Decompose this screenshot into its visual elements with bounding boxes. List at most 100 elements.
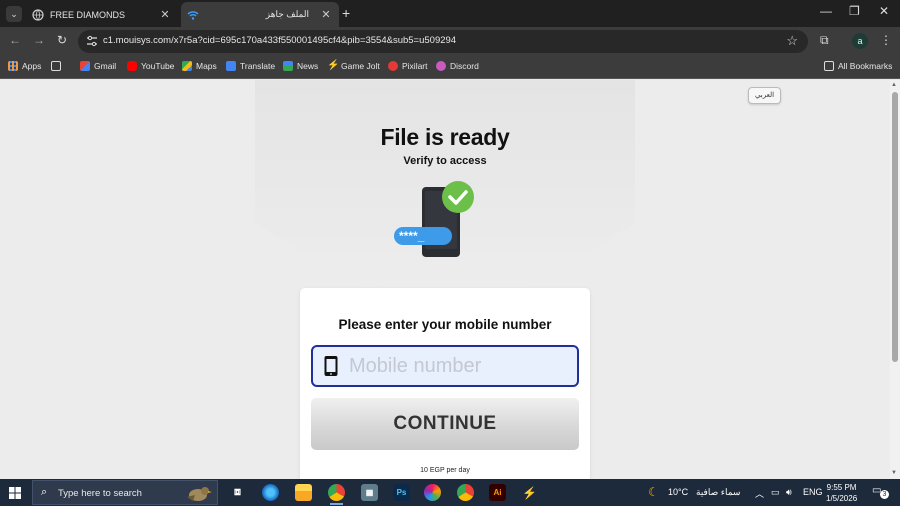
minimize-icon[interactable]: — bbox=[820, 4, 832, 18]
tab-title: الملف جاهز bbox=[265, 9, 309, 19]
scroll-up-icon[interactable]: ▲ bbox=[891, 82, 897, 88]
extensions-icon[interactable]: ⧉ bbox=[820, 33, 829, 48]
chrome-profile-icon[interactable] bbox=[457, 484, 474, 501]
tab-free-diamonds[interactable]: FREE DIAMONDS ✕ bbox=[26, 2, 178, 27]
gamejolt-app-icon[interactable]: ⚡ bbox=[521, 484, 538, 501]
bookmark-label: Discord bbox=[450, 61, 479, 71]
verification-form-card: Please enter your mobile number CONTINUE… bbox=[300, 288, 590, 479]
bookmark-pixilart[interactable]: Pixilart bbox=[388, 61, 428, 71]
notification-center-icon[interactable]: ▭ 3 bbox=[872, 485, 889, 500]
folder-icon bbox=[824, 61, 834, 71]
bookmark-label: Maps bbox=[196, 61, 217, 71]
all-bookmarks-label: All Bookmarks bbox=[838, 61, 893, 71]
taskbar-clock[interactable]: 9:55 PM 1/5/2026 bbox=[826, 482, 857, 504]
news-icon bbox=[283, 61, 293, 71]
mobile-number-field[interactable] bbox=[311, 345, 579, 387]
check-circle-icon bbox=[442, 181, 474, 213]
weather-temperature[interactable]: 10°C bbox=[668, 487, 688, 497]
notification-count-badge: 3 bbox=[880, 490, 889, 499]
page-subtitle: Verify to access bbox=[403, 155, 487, 167]
globe-icon bbox=[32, 8, 44, 21]
all-bookmarks[interactable]: All Bookmarks bbox=[824, 61, 892, 71]
tab-groups-icon[interactable] bbox=[51, 61, 65, 71]
bookmark-label: Apps bbox=[22, 61, 42, 71]
menu-kebab-icon[interactable]: ⋮ bbox=[880, 33, 892, 47]
maps-icon bbox=[182, 61, 192, 71]
gmail-icon bbox=[80, 61, 90, 71]
bookmark-label: Pixilart bbox=[402, 61, 428, 71]
bookmark-maps[interactable]: Maps bbox=[182, 61, 217, 71]
file-explorer-icon[interactable] bbox=[295, 484, 312, 501]
scroll-down-icon[interactable]: ▼ bbox=[891, 470, 897, 476]
discord-icon bbox=[436, 61, 446, 71]
bookmark-star-icon[interactable]: ☆ bbox=[786, 33, 798, 49]
profile-avatar[interactable]: a bbox=[852, 33, 868, 49]
bookmark-discord[interactable]: Discord bbox=[436, 61, 479, 71]
bird-illustration-icon bbox=[187, 487, 212, 501]
chrome-icon[interactable] bbox=[328, 484, 345, 505]
bookmark-translate[interactable]: Translate bbox=[226, 61, 275, 71]
mobile-number-input[interactable] bbox=[349, 353, 569, 379]
pixilart-icon bbox=[388, 61, 398, 71]
clock-time: 9:55 PM bbox=[826, 483, 857, 492]
page-title: File is ready bbox=[380, 124, 510, 150]
bookmark-youtube[interactable]: YouTube bbox=[127, 61, 174, 71]
site-settings-icon[interactable] bbox=[86, 35, 98, 47]
bookmark-game-jolt[interactable]: ⚡ Game Jolt bbox=[327, 60, 380, 72]
moon-weather-icon: ☾ bbox=[648, 485, 659, 499]
tab-search-dropdown[interactable]: ⌄ bbox=[6, 6, 22, 22]
new-tab-icon[interactable]: + bbox=[342, 5, 350, 21]
url-text: c1.mouisys.com/x7r5a?cid=695c170a433f550… bbox=[103, 35, 457, 46]
tray-chevron-icon[interactable]: ︿ bbox=[755, 487, 764, 500]
bookmark-label: Translate bbox=[240, 61, 276, 71]
bookmarks-bar: Apps Gmail YouTube Maps Translate News ⚡… bbox=[0, 56, 900, 79]
input-language[interactable]: ENG bbox=[803, 487, 823, 497]
apps-grid-icon bbox=[8, 61, 18, 71]
task-view-icon[interactable]: ⧈ bbox=[229, 484, 246, 501]
edge-icon[interactable] bbox=[262, 484, 279, 501]
gamejolt-icon: ⚡ bbox=[327, 60, 340, 71]
bookmark-label: Gmail bbox=[94, 61, 117, 71]
paint-app-icon[interactable] bbox=[424, 484, 441, 501]
close-tab-icon[interactable]: ✕ bbox=[319, 8, 333, 21]
windows-start-icon[interactable] bbox=[9, 487, 21, 499]
page-scrollbar[interactable]: ▲ ▼ bbox=[890, 80, 900, 479]
close-tab-icon[interactable]: ✕ bbox=[158, 8, 172, 21]
bookmark-apps[interactable]: Apps bbox=[8, 61, 41, 71]
tab-file-ready[interactable]: الملف جاهز ✕ bbox=[181, 2, 339, 27]
calculator-icon[interactable]: ▦ bbox=[361, 484, 378, 501]
windows-taskbar: ⌕ Type here to search ⧈ ▦ Ps Ai ⚡ ☾ 10°C… bbox=[0, 479, 900, 506]
weather-condition[interactable]: سماء صافية bbox=[696, 487, 740, 498]
browser-toolbar: ← → ↻ c1.mouisys.com/x7r5a?cid=695c170a4… bbox=[0, 27, 900, 56]
forward-icon[interactable]: → bbox=[33, 33, 45, 47]
restore-icon[interactable]: ❐ bbox=[849, 4, 860, 18]
address-bar[interactable]: c1.mouisys.com/x7r5a?cid=695c170a433f550… bbox=[78, 30, 808, 53]
taskbar-search-placeholder: Type here to search bbox=[58, 488, 142, 499]
photoshop-icon[interactable]: Ps bbox=[393, 484, 410, 501]
mobile-phone-icon bbox=[324, 356, 338, 376]
form-heading: Please enter your mobile number bbox=[338, 317, 552, 332]
back-icon[interactable]: ← bbox=[9, 33, 21, 47]
illustrator-icon[interactable]: Ai bbox=[489, 484, 506, 501]
price-note: 10 EGP per day bbox=[420, 467, 470, 474]
continue-button[interactable]: CONTINUE bbox=[311, 398, 579, 450]
volume-icon[interactable]: 🔊︎ bbox=[786, 487, 792, 498]
translate-icon bbox=[226, 61, 236, 71]
password-mask-text: ****_ bbox=[399, 229, 425, 243]
scrollbar-thumb[interactable] bbox=[892, 92, 898, 362]
wifi-icon bbox=[187, 10, 199, 20]
youtube-icon bbox=[127, 61, 137, 71]
language-button[interactable]: العربي bbox=[748, 87, 781, 104]
bookmark-label: YouTube bbox=[141, 61, 175, 71]
tab-strip: ⌄ FREE DIAMONDS ✕ الملف جاهز ✕ + — ❐ ✕ bbox=[0, 0, 900, 27]
close-window-icon[interactable]: ✕ bbox=[879, 4, 889, 18]
tab-title: FREE DIAMONDS bbox=[50, 9, 126, 20]
clock-date: 1/5/2026 bbox=[826, 494, 858, 503]
reload-icon[interactable]: ↻ bbox=[57, 33, 67, 47]
bookmark-gmail[interactable]: Gmail bbox=[80, 61, 116, 71]
taskbar-search-box[interactable]: ⌕ Type here to search bbox=[32, 480, 218, 505]
bookmark-label: News bbox=[297, 61, 319, 71]
bookmark-news[interactable]: News bbox=[283, 61, 318, 71]
search-icon: ⌕ bbox=[41, 486, 48, 498]
network-icon[interactable]: ▭ bbox=[771, 487, 780, 498]
